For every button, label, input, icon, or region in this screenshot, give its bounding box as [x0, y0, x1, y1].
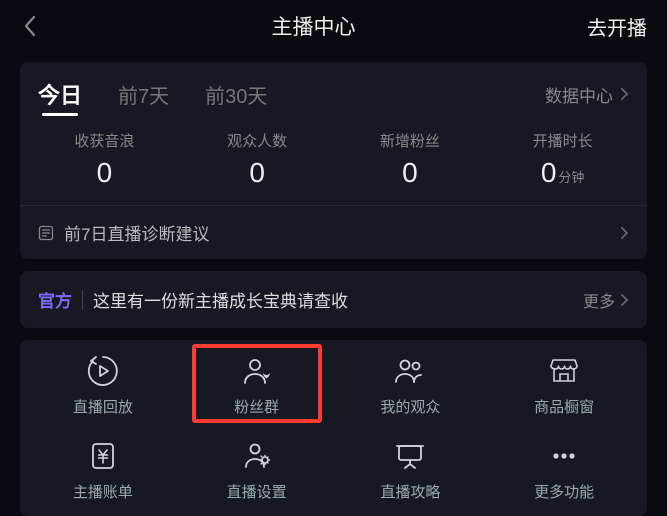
- stat-value: 0: [334, 157, 487, 189]
- banner-tag: 官方: [38, 287, 72, 312]
- stat-viewers: 观众人数 0: [181, 130, 334, 189]
- func-replay[interactable]: 直播回放: [26, 354, 180, 417]
- tab-30days[interactable]: 前30天: [205, 80, 267, 109]
- fangroup-icon: [240, 354, 274, 388]
- time-tabs: 今日 前7天 前30天 数据中心: [20, 68, 647, 116]
- more-icon: [547, 439, 581, 473]
- func-label: 直播攻略: [380, 481, 440, 502]
- func-label: 直播回放: [73, 396, 133, 417]
- presentation-icon: [393, 439, 427, 473]
- diagnosis-row[interactable]: 前7日直播诊断建议: [20, 206, 647, 259]
- func-label: 粉丝群: [234, 396, 279, 417]
- func-label: 主播账单: [73, 481, 133, 502]
- more-label: 更多: [583, 288, 615, 312]
- banner-more-link[interactable]: 更多: [583, 288, 629, 312]
- stat-label: 新增粉丝: [334, 130, 487, 151]
- func-label: 我的观众: [380, 396, 440, 417]
- func-audience[interactable]: 我的观众: [334, 354, 488, 417]
- replay-icon: [86, 354, 120, 388]
- tab-today[interactable]: 今日: [38, 78, 82, 110]
- func-label: 直播设置: [227, 481, 287, 502]
- stat-label: 观众人数: [181, 130, 334, 151]
- stat-unit: 分钟: [558, 170, 584, 185]
- stat-label: 收获音浪: [28, 130, 181, 151]
- settings-icon: [240, 439, 274, 473]
- official-banner[interactable]: 官方 这里有一份新主播成长宝典请查收 更多: [20, 271, 647, 328]
- banner-text: 这里有一份新主播成长宝典请查收: [93, 287, 348, 312]
- stats-row: 收获音浪 0 观众人数 0 新增粉丝 0 开播时长 0分钟: [20, 116, 647, 205]
- data-center-link[interactable]: 数据中心: [545, 82, 629, 107]
- chevron-right-icon: [619, 226, 629, 240]
- start-live-button[interactable]: 去开播: [587, 12, 647, 41]
- functions-card: 直播回放 粉丝群 我的观众 商品橱窗 主播账单: [20, 340, 647, 516]
- page-title: 主播中心: [272, 11, 356, 41]
- audience-icon: [393, 354, 427, 388]
- func-showcase[interactable]: 商品橱窗: [487, 354, 641, 417]
- func-label: 更多功能: [534, 481, 594, 502]
- chevron-right-icon: [619, 87, 629, 101]
- bill-icon: [86, 439, 120, 473]
- stat-duration: 开播时长 0分钟: [486, 130, 639, 189]
- back-icon[interactable]: [20, 16, 40, 36]
- functions-grid: 直播回放 粉丝群 我的观众 商品橱窗 主播账单: [26, 354, 641, 502]
- storefront-icon: [547, 354, 581, 388]
- note-icon: [38, 225, 54, 241]
- func-bill[interactable]: 主播账单: [26, 439, 180, 502]
- func-settings[interactable]: 直播设置: [180, 439, 334, 502]
- divider: [82, 291, 83, 309]
- chevron-right-icon: [619, 293, 629, 307]
- stat-label: 开播时长: [486, 130, 639, 151]
- func-label: 商品橱窗: [534, 396, 594, 417]
- stats-card: 今日 前7天 前30天 数据中心 收获音浪 0 观众人数 0 新增粉丝 0 开播…: [20, 62, 647, 259]
- tab-7days[interactable]: 前7天: [118, 80, 169, 109]
- stat-value: 0: [28, 157, 181, 189]
- stat-newfans: 新增粉丝 0: [334, 130, 487, 189]
- func-fangroup[interactable]: 粉丝群: [180, 354, 334, 417]
- diagnosis-text: 前7日直播诊断建议: [64, 220, 209, 245]
- func-guide[interactable]: 直播攻略: [334, 439, 488, 502]
- stat-soundwave: 收获音浪 0: [28, 130, 181, 189]
- func-more[interactable]: 更多功能: [487, 439, 641, 502]
- data-center-label: 数据中心: [545, 82, 613, 107]
- stat-value: 0分钟: [486, 157, 639, 189]
- top-bar: 主播中心 去开播: [0, 0, 667, 52]
- stat-value: 0: [181, 157, 334, 189]
